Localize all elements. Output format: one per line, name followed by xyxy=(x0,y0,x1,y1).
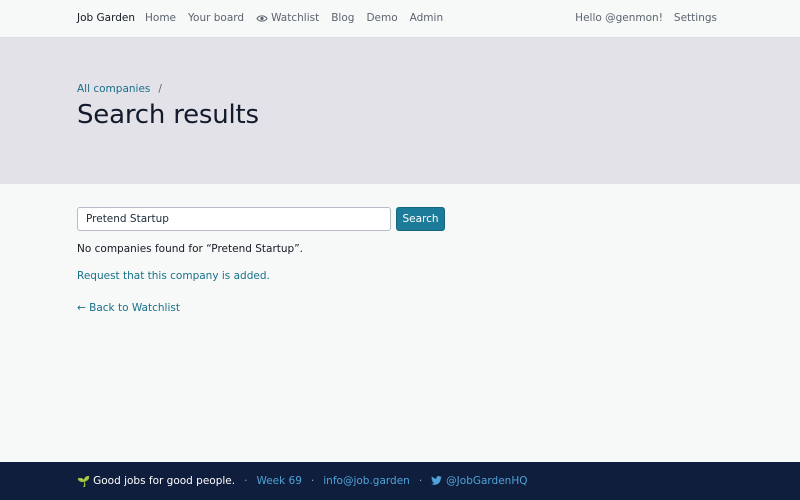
breadcrumb-separator: / xyxy=(158,83,162,95)
page-title: Search results xyxy=(77,100,259,130)
nav-blog[interactable]: Blog xyxy=(331,12,354,24)
footer-separator: · xyxy=(244,475,248,487)
sprout-icon: 🌱 xyxy=(77,475,91,488)
nav-watchlist-label: Watchlist xyxy=(271,12,320,24)
footer-twitter-label: @JobGardenHQ xyxy=(446,475,528,487)
breadcrumb: All companies / xyxy=(77,83,162,95)
nav-user-area: Hello @genmon! Settings xyxy=(575,12,717,24)
top-navbar: Job Garden Home Your board Watchlist Blo… xyxy=(0,0,800,38)
nav-links: Home Your board Watchlist Blog Demo Admi… xyxy=(145,12,443,24)
footer-tagline: Good jobs for good people. xyxy=(93,475,236,487)
page-header: All companies / Search results xyxy=(0,38,800,184)
nav-watchlist[interactable]: Watchlist xyxy=(256,12,319,24)
nav-admin[interactable]: Admin xyxy=(410,12,443,24)
footer: 🌱 Good jobs for good people. · Week 69 ·… xyxy=(0,462,800,500)
footer-separator: · xyxy=(310,475,315,487)
nav-your-board[interactable]: Your board xyxy=(188,12,244,24)
brand-link[interactable]: Job Garden xyxy=(77,12,135,24)
request-company-link[interactable]: Request that this company is added. xyxy=(77,270,270,282)
twitter-icon xyxy=(431,476,443,485)
no-results-message: No companies found for “Pretend Startup”… xyxy=(77,243,303,255)
search-button[interactable]: Search xyxy=(396,207,445,231)
user-greeting[interactable]: Hello @genmon! xyxy=(575,12,663,24)
nav-home[interactable]: Home xyxy=(145,12,176,24)
nav-demo[interactable]: Demo xyxy=(366,12,397,24)
footer-twitter-link[interactable]: @JobGardenHQ xyxy=(431,475,528,487)
search-input[interactable] xyxy=(77,207,391,231)
footer-email-link[interactable]: info@job.garden xyxy=(323,475,410,487)
back-to-watchlist-link[interactable]: ← Back to Watchlist xyxy=(77,302,180,314)
nav-settings[interactable]: Settings xyxy=(674,12,717,24)
eye-icon xyxy=(256,14,268,22)
footer-week-link[interactable]: Week 69 xyxy=(256,475,301,487)
breadcrumb-all-companies[interactable]: All companies xyxy=(77,83,150,95)
footer-separator: · xyxy=(418,475,423,487)
